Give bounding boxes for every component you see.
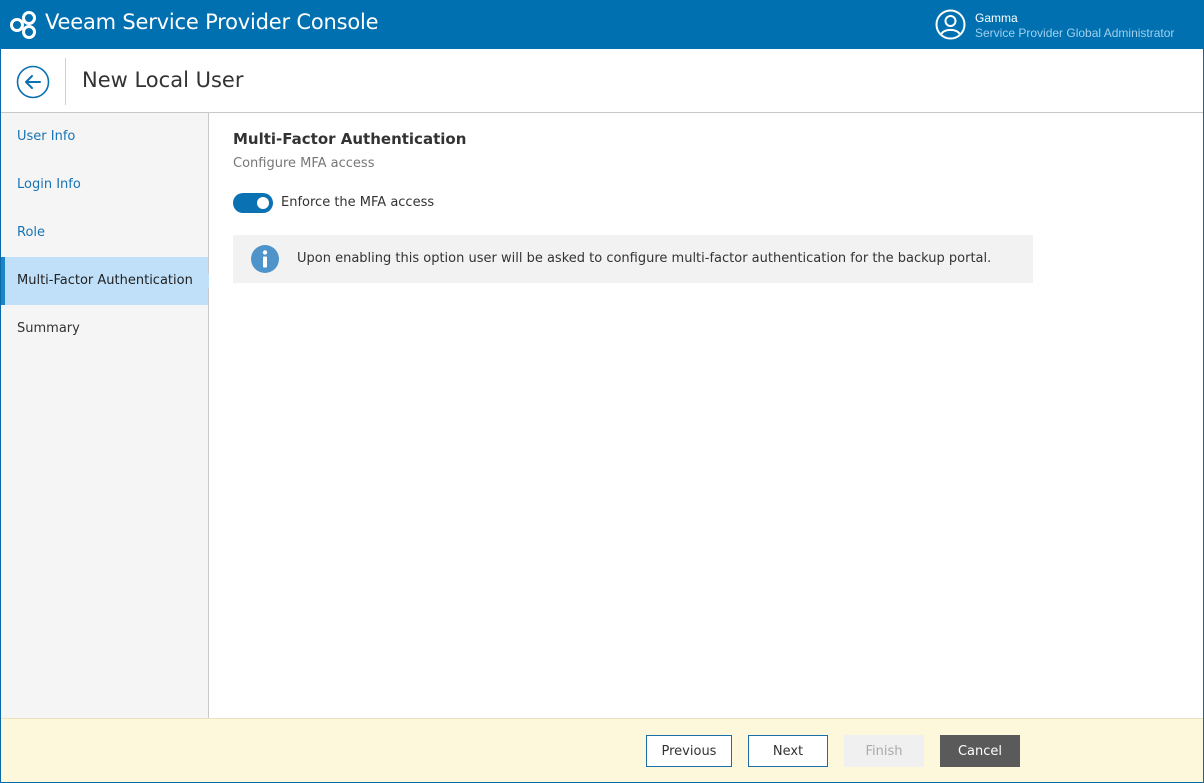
page-header: New Local User — [1, 49, 1203, 113]
user-menu[interactable]: Gamma Service Provider Global Administra… — [929, 0, 1204, 49]
back-arrow-icon[interactable] — [16, 65, 50, 99]
info-icon — [251, 245, 279, 273]
info-box: Upon enabling this option user will be a… — [233, 235, 1033, 283]
section-title: Multi-Factor Authentication — [233, 130, 467, 148]
previous-button[interactable]: Previous — [646, 735, 732, 767]
cancel-button[interactable]: Cancel — [940, 735, 1020, 767]
header-divider — [65, 58, 66, 105]
app-title: Veeam Service Provider Console — [45, 10, 379, 34]
wizard-steps-sidebar: User Info Login Info Role Multi-Factor A… — [1, 113, 216, 718]
sidebar-item-mfa[interactable]: Multi-Factor Authentication — [1, 257, 216, 305]
top-bar: Veeam Service Provider Console Gamma Ser… — [0, 0, 1204, 49]
wizard-footer: Previous Next Finish Cancel — [1, 718, 1203, 782]
user-role: Service Provider Global Administrator — [975, 26, 1175, 40]
section-subtitle: Configure MFA access — [233, 156, 375, 171]
sidebar-item-summary[interactable]: Summary — [1, 305, 208, 353]
sidebar-item-user-info[interactable]: User Info — [1, 113, 208, 161]
user-name: Gamma — [975, 11, 1018, 25]
user-avatar-icon — [935, 9, 966, 40]
enforce-mfa-toggle[interactable] — [233, 193, 273, 213]
veeam-logo-icon — [10, 11, 36, 39]
main-content: Multi-Factor Authentication Configure MF… — [209, 113, 1203, 718]
finish-button[interactable]: Finish — [844, 735, 924, 767]
sidebar-item-label: Multi-Factor Authentication — [17, 273, 193, 288]
sidebar-item-login-info[interactable]: Login Info — [1, 161, 208, 209]
enforce-mfa-label: Enforce the MFA access — [281, 195, 435, 210]
next-button[interactable]: Next — [748, 735, 828, 767]
sidebar-item-role[interactable]: Role — [1, 209, 208, 257]
info-text: Upon enabling this option user will be a… — [297, 251, 992, 266]
page-title: New Local User — [82, 68, 244, 92]
toggle-knob — [257, 197, 269, 209]
